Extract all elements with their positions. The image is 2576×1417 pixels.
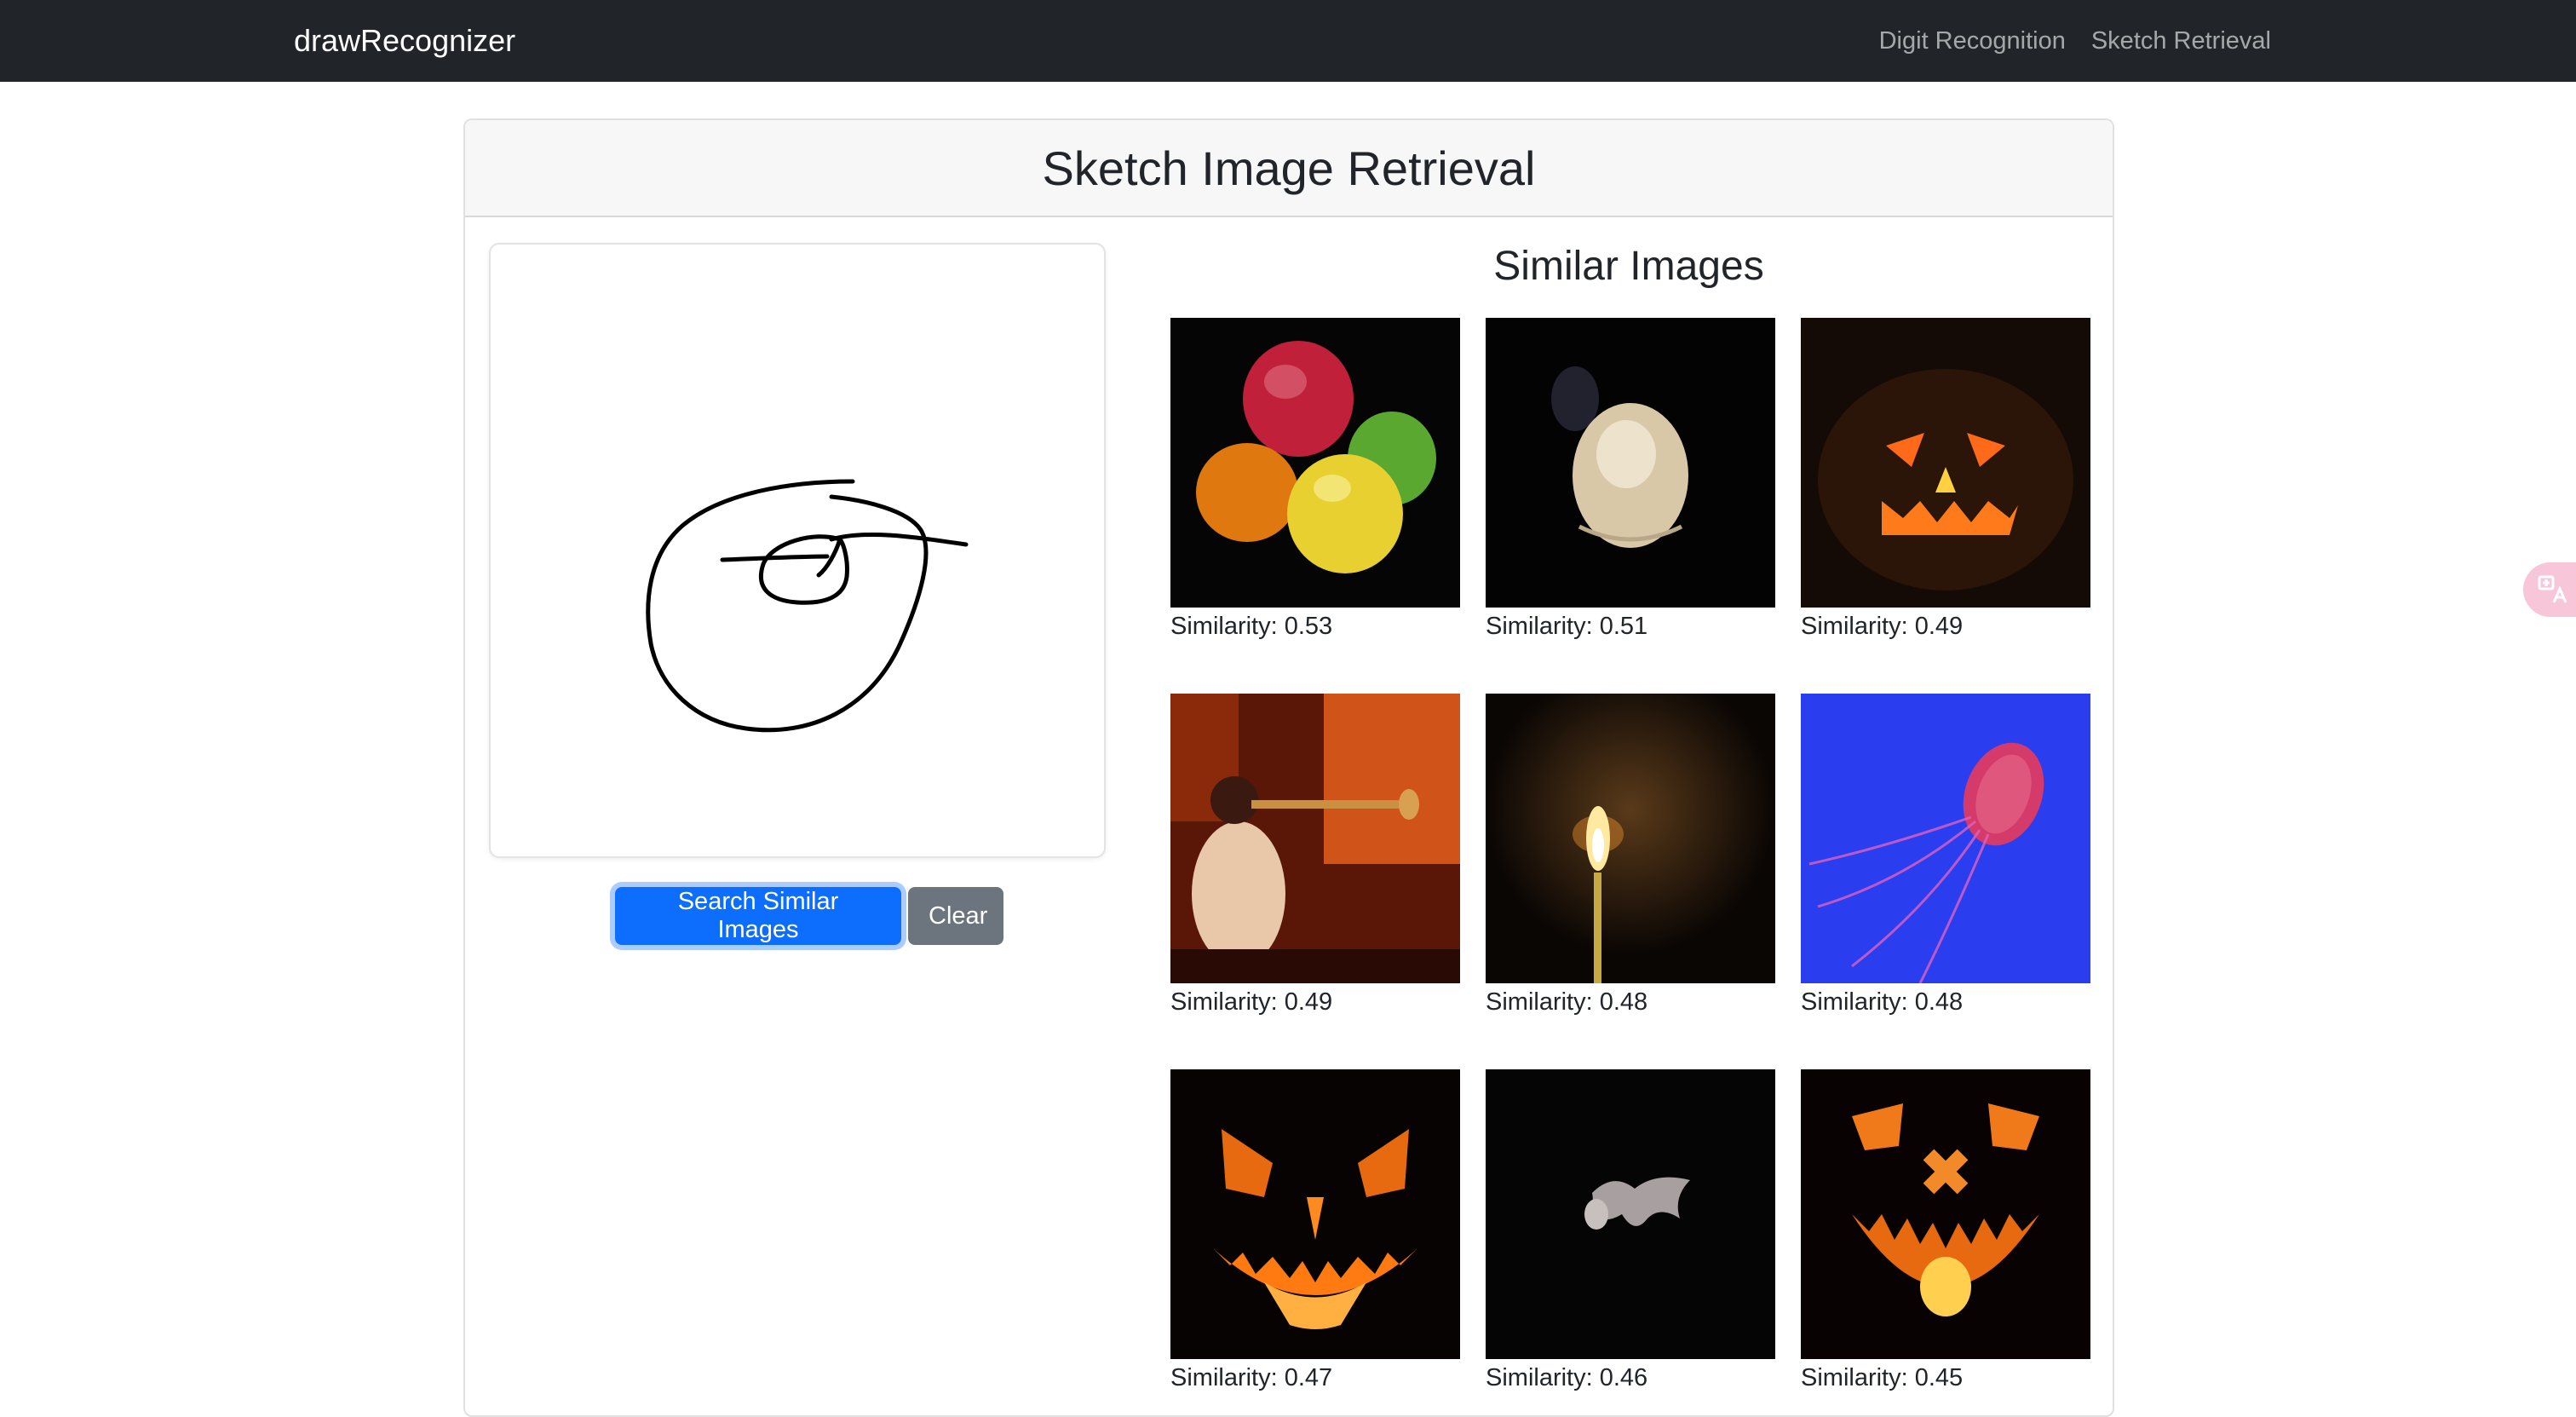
result-image-jack-o-lantern-fanged[interactable] [1170,1069,1460,1359]
clear-button[interactable]: Clear [908,887,1003,945]
similarity-label: Similarity: 0.53 [1170,613,1333,640]
translate-glyph [2538,575,2567,603]
nav-links: Digit Recognition Sketch Retrieval [1879,0,2271,82]
result-image-fruits[interactable] [1170,318,1460,608]
sketch-drawing [646,479,969,733]
similarity-label: Similarity: 0.46 [1486,1364,1648,1391]
result-image-trumpet-player[interactable] [1170,694,1460,983]
nav-link-digit-recognition[interactable]: Digit Recognition [1879,27,2066,55]
result-image-jack-o-lantern-x[interactable] [1801,1069,2090,1359]
action-buttons: Search Similar Images Clear [615,887,1003,945]
navbar: drawRecognizer Digit Recognition Sketch … [0,0,2576,82]
similarity-label: Similarity: 0.49 [1801,613,1964,640]
similarity-label: Similarity: 0.48 [1801,988,1964,1016]
result-tile[interactable]: Similarity: 0.53 [1170,318,1460,641]
result-image-bat[interactable] [1486,1069,1775,1359]
sketch-canvas[interactable] [489,243,1106,858]
result-image-candle[interactable] [1486,694,1775,983]
result-tile[interactable]: Similarity: 0.48 [1486,694,1775,1017]
result-tile[interactable]: Similarity: 0.45 [1801,1069,2090,1392]
similarity-label: Similarity: 0.51 [1486,613,1648,640]
result-tile[interactable]: Similarity: 0.49 [1801,318,2090,641]
result-tile[interactable]: Similarity: 0.48 [1801,694,2090,1017]
search-similar-images-button[interactable]: Search Similar Images [615,887,901,945]
retrieval-card: Sketch Image Retrieval Search Similar Im… [463,118,2114,1417]
similarity-label: Similarity: 0.45 [1801,1364,1964,1391]
brand-logo[interactable]: drawRecognizer [294,0,515,82]
result-tile[interactable]: Similarity: 0.49 [1170,694,1460,1017]
similarity-label: Similarity: 0.49 [1170,988,1333,1016]
result-tile[interactable]: Similarity: 0.46 [1486,1069,1775,1392]
result-tile[interactable]: Similarity: 0.51 [1486,318,1775,641]
page-title: Sketch Image Retrieval [1042,141,1536,195]
card-header: Sketch Image Retrieval [465,120,2113,217]
similarity-label: Similarity: 0.47 [1170,1364,1333,1391]
result-image-jack-o-lantern[interactable] [1801,318,2090,608]
result-tile[interactable]: Similarity: 0.47 [1170,1069,1460,1392]
similarity-label: Similarity: 0.48 [1486,988,1648,1016]
translate-icon[interactable] [2523,562,2576,617]
result-image-jellyfish-glow[interactable] [1486,318,1775,608]
nav-link-sketch-retrieval[interactable]: Sketch Retrieval [2091,27,2271,55]
result-image-jellyfish-blue[interactable] [1801,694,2090,983]
results-title: Similar Images [1493,244,1764,289]
